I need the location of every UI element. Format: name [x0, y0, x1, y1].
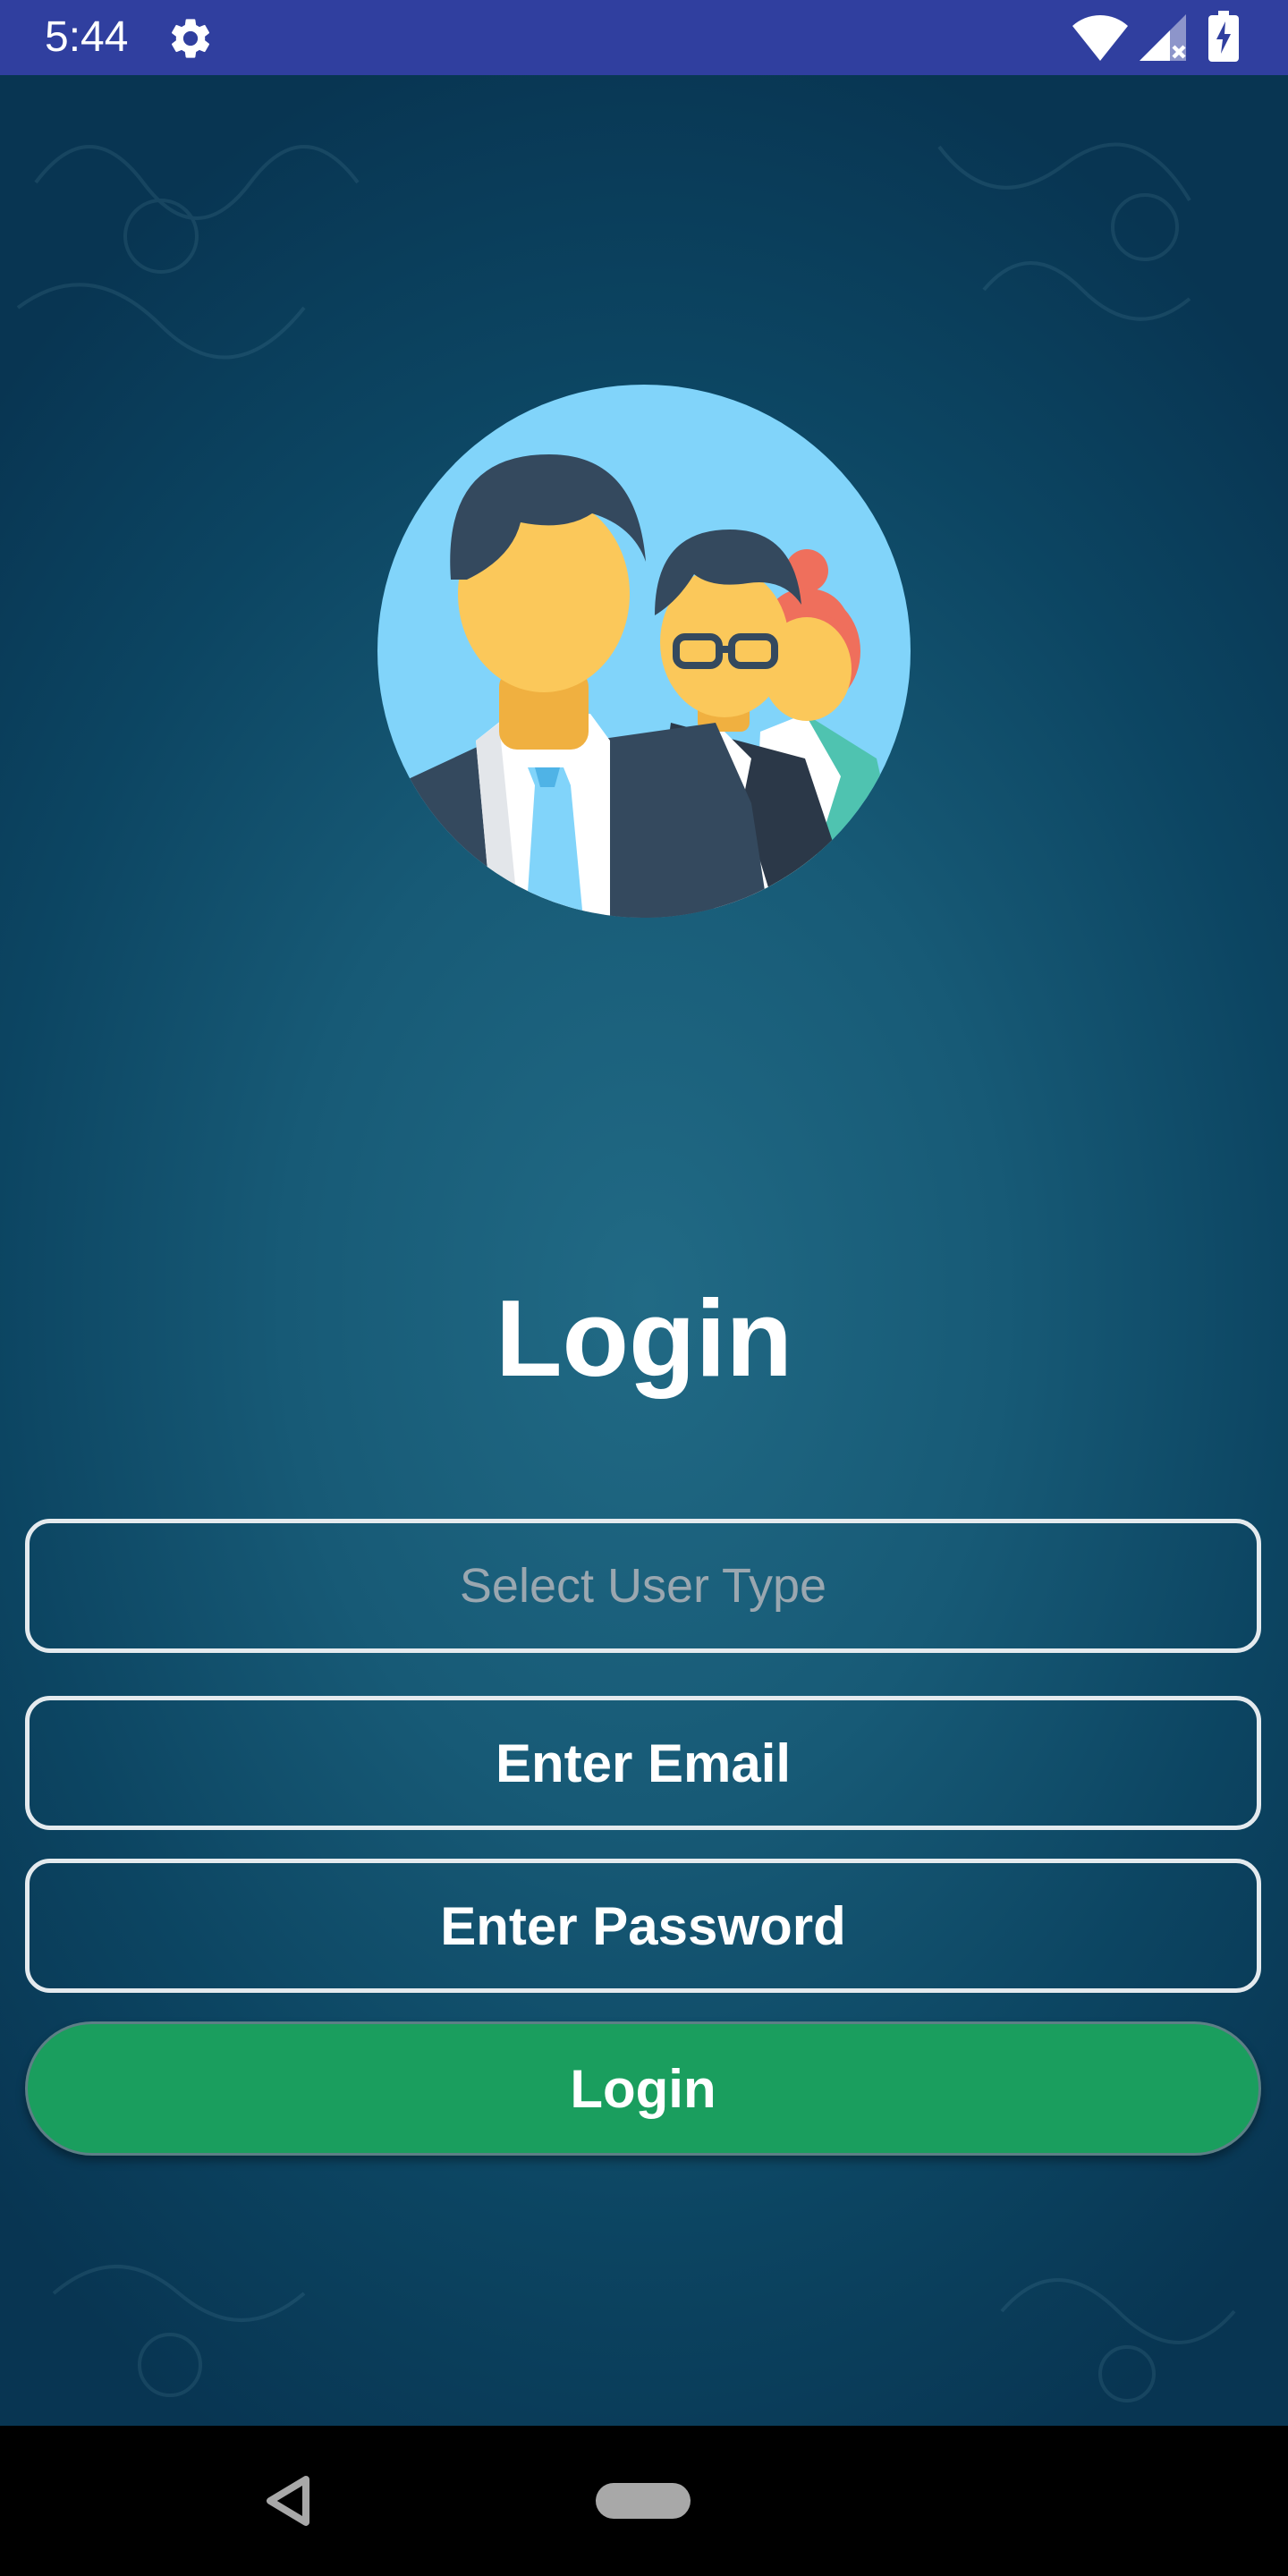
- battery-charging-icon: [1208, 11, 1239, 62]
- email-field[interactable]: Enter Email: [25, 1696, 1261, 1830]
- team-users-avatar-icon: [377, 385, 911, 918]
- login-button[interactable]: Login: [25, 2021, 1261, 2156]
- page-title: Login: [496, 1277, 792, 1399]
- status-time: 5:44: [45, 13, 129, 61]
- password-field[interactable]: Enter Password: [25, 1859, 1261, 1993]
- back-icon[interactable]: [263, 2474, 313, 2528]
- signal-icon: [1140, 14, 1186, 61]
- user-type-select[interactable]: Select User Type: [25, 1519, 1261, 1653]
- home-pill-icon[interactable]: [596, 2483, 691, 2519]
- wifi-icon: [1072, 15, 1128, 61]
- status-bar: 5:44: [0, 0, 1288, 75]
- navigation-bar: [0, 2426, 1288, 2576]
- settings-gear-icon: [171, 19, 210, 58]
- login-screen: Login Select User Type Enter Email Enter…: [0, 75, 1288, 2426]
